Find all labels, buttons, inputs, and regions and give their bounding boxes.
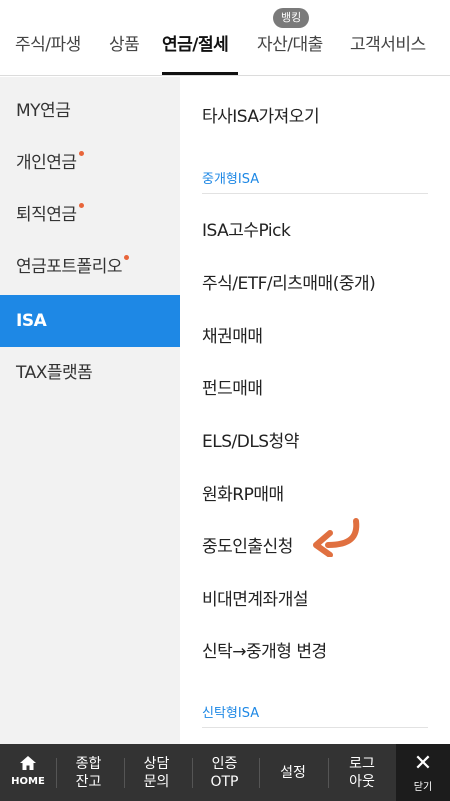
- highlight-arrow-icon: [313, 518, 360, 557]
- isa-menu-panel: 타사ISA가져오기 중개형ISA ISA고수Pick 주식/ETF/리츠매매(중…: [180, 77, 450, 744]
- section-heading-trust-isa: 신탁형ISA: [202, 706, 260, 721]
- logout-label-line1: 로그: [349, 755, 375, 772]
- sidebar-item-my-pension[interactable]: MY연금: [0, 85, 180, 137]
- sidebar-item-tax-platform[interactable]: TAX플랫폼: [0, 347, 180, 399]
- logout-button[interactable]: 로그 아웃: [329, 744, 395, 801]
- menu-item-remote-account[interactable]: 비대면계좌개설: [202, 585, 308, 610]
- section-heading-broker-isa: 중개형ISA: [202, 172, 260, 187]
- menu-item-trust-to-broker[interactable]: 신탁→중개형 변경: [202, 637, 327, 662]
- sidebar-item-label: 연금포트폴리오: [16, 257, 122, 277]
- menu-item-mid-withdrawal[interactable]: 중도인출신청: [202, 532, 293, 557]
- home-icon: [20, 755, 36, 770]
- consultation-button[interactable]: 상담 문의: [125, 744, 188, 801]
- close-label: 닫기: [413, 781, 433, 793]
- home-button[interactable]: HOME: [0, 744, 56, 801]
- banking-badge: 뱅킹: [273, 8, 310, 28]
- tab-stocks-derivatives[interactable]: 주식/파생: [15, 30, 81, 55]
- menu-item-bond-trade[interactable]: 채권매매: [202, 322, 263, 347]
- consult-label-line1: 상담: [143, 755, 170, 772]
- settings-label: 설정: [280, 764, 306, 781]
- sidebar-item-isa[interactable]: ISA: [0, 295, 180, 347]
- sidebar-item-label: 퇴직연금: [16, 205, 77, 225]
- otp-label-line1: 인증: [211, 755, 238, 772]
- summary-label-line1: 종합: [75, 755, 102, 772]
- active-tab-underline: [162, 72, 238, 75]
- tab-customer-service[interactable]: 고객서비스: [350, 30, 426, 55]
- new-dot-icon: [78, 151, 84, 156]
- account-summary-button[interactable]: 종합 잔고: [57, 744, 120, 801]
- close-menu-button[interactable]: ✕ 닫기: [396, 744, 450, 801]
- home-label: HOME: [11, 775, 45, 787]
- tab-assets-loans[interactable]: 자산/대출: [257, 30, 323, 55]
- sidebar-item-label: 개인연금: [16, 153, 77, 173]
- sidebar-item-retirement-pension[interactable]: 퇴직연금: [0, 189, 180, 241]
- section-divider: [202, 193, 428, 194]
- menu-item-isa-pick[interactable]: ISA고수Pick: [202, 216, 291, 241]
- sidebar-item-label: ISA: [16, 311, 47, 331]
- top-tab-bar: 주식/파생 상품 연금/절세 뱅킹 자산/대출 고객서비스: [0, 0, 450, 76]
- settings-button[interactable]: 설정: [260, 744, 326, 801]
- menu-item-stock-etf-reits[interactable]: 주식/ETF/리츠매매(중개): [202, 269, 376, 294]
- consult-label-line2: 문의: [143, 773, 170, 790]
- tab-pension-tax[interactable]: 연금/절세: [162, 30, 229, 55]
- menu-item-els-dls[interactable]: ELS/DLS청약: [202, 427, 299, 452]
- new-dot-icon: [123, 255, 129, 260]
- menu-item-krw-rp[interactable]: 원화RP매매: [202, 480, 284, 505]
- sidebar-item-label: MY연금: [16, 101, 71, 121]
- otp-button[interactable]: 인증 OTP: [193, 744, 256, 801]
- sidebar: MY연금 개인연금 퇴직연금 연금포트폴리오 ISA TAX플랫폼: [0, 77, 180, 744]
- new-dot-icon: [78, 203, 84, 208]
- tab-products[interactable]: 상품: [109, 30, 140, 55]
- sidebar-item-personal-pension[interactable]: 개인연금: [0, 137, 180, 189]
- close-icon: ✕: [413, 750, 433, 776]
- sidebar-item-pension-portfolio[interactable]: 연금포트폴리오: [0, 241, 180, 293]
- section-divider: [202, 727, 428, 728]
- summary-label-line2: 잔고: [75, 773, 102, 790]
- menu-item-fund-trade[interactable]: 펀드매매: [202, 374, 263, 399]
- bottom-nav-bar: HOME 종합 잔고 상담 문의 인증 OTP 설정 로그 아웃 ✕ 닫기: [0, 744, 450, 801]
- menu-item-transfer-isa[interactable]: 타사ISA가져오기: [202, 102, 320, 127]
- sidebar-item-label: TAX플랫폼: [16, 363, 93, 383]
- logout-label-line2: 아웃: [349, 773, 375, 790]
- otp-label-line2: OTP: [210, 773, 239, 790]
